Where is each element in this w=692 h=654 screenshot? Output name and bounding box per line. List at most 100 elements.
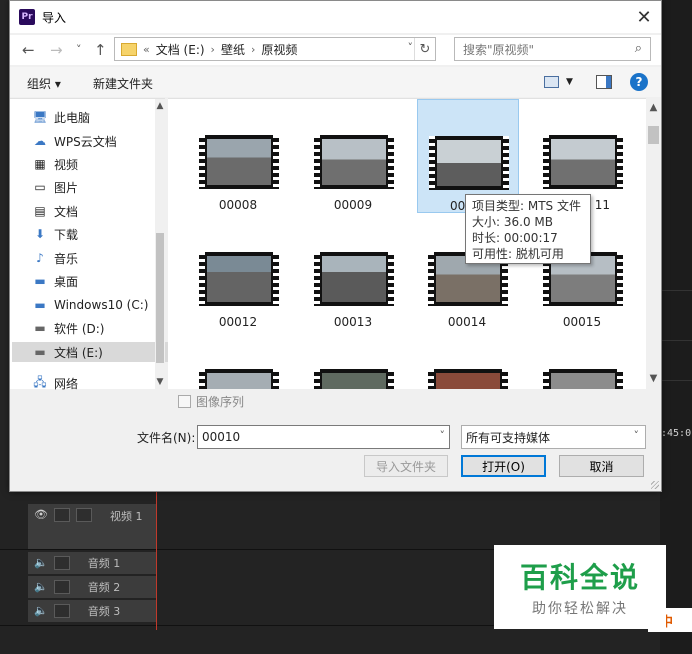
filename-input[interactable]: 00010 ˅: [197, 425, 450, 449]
video-thumbnail-icon: [199, 369, 279, 389]
tooltip-type: 项目类型: MTS 文件: [472, 199, 581, 213]
sidebar-item-this-pc[interactable]: 🖥 此电脑: [32, 107, 152, 127]
lock-icon[interactable]: [53, 604, 70, 618]
file-item[interactable]: [532, 333, 632, 389]
forward-arrow-icon[interactable]: →: [50, 41, 63, 59]
import-folder-button[interactable]: 导入文件夹: [364, 455, 448, 477]
sidebar-item-wps-cloud[interactable]: ☁ WPS云文档: [32, 131, 152, 151]
open-button[interactable]: 打开(O): [461, 455, 546, 477]
sidebar-item-music[interactable]: ♪ 音乐: [32, 248, 152, 268]
preview-pane-icon[interactable]: [596, 75, 612, 89]
premiere-icon: Pr: [19, 9, 35, 25]
speaker-icon[interactable]: 🔈: [34, 604, 48, 618]
organize-button[interactable]: 组织 ▾: [27, 75, 61, 92]
chevron-down-icon[interactable]: ˅: [440, 429, 446, 442]
file-name: 00008: [218, 198, 258, 212]
view-options-icon[interactable]: [544, 76, 559, 88]
music-icon: ♪: [36, 251, 44, 265]
up-arrow-icon[interactable]: ↑: [94, 41, 107, 59]
breadcrumb-current[interactable]: 原视频: [261, 41, 297, 58]
chevron-down-icon[interactable]: ▼: [566, 77, 573, 87]
file-item[interactable]: [417, 333, 517, 389]
sidebar-item-drive-d[interactable]: ▬ 软件 (D:): [32, 318, 152, 338]
breadcrumb-overflow-icon[interactable]: «: [143, 43, 150, 56]
download-icon: ⬇: [34, 227, 46, 241]
file-name: 00009: [333, 198, 373, 212]
recent-locations-icon[interactable]: ˅: [76, 43, 82, 56]
breadcrumb-folder[interactable]: 壁纸: [221, 41, 245, 58]
scroll-up-icon[interactable]: ▲: [646, 102, 661, 113]
sidebar-item-documents[interactable]: ▤ 文档: [32, 201, 152, 221]
resize-grip[interactable]: [651, 481, 659, 489]
sidebar-scrollbar[interactable]: ▲ ▼: [155, 99, 165, 389]
title-bar[interactable]: Pr 导入 ✕: [10, 1, 661, 33]
file-item[interactable]: [303, 333, 403, 389]
file-item[interactable]: 00009: [303, 99, 403, 212]
eye-icon[interactable]: 👁: [34, 508, 48, 522]
chevron-down-icon[interactable]: ˅: [634, 429, 640, 442]
timecode: :45:0: [661, 428, 692, 439]
sidebar-item-drive-e[interactable]: ▬ 文档 (E:): [12, 342, 172, 362]
scroll-up-icon[interactable]: ▲: [155, 101, 165, 111]
toggle-icon[interactable]: [75, 508, 92, 522]
track-audio-3[interactable]: 🔈 音频 3: [28, 600, 156, 622]
scroll-thumb[interactable]: [156, 233, 164, 363]
file-name: 00012: [218, 315, 258, 329]
file-item[interactable]: [188, 333, 288, 389]
command-bar: 组织 ▾ 新建文件夹 ▼ ?: [10, 67, 661, 97]
filename-value: 00010: [202, 430, 241, 444]
file-grid-scrollbar[interactable]: ▲ ▼: [646, 98, 661, 388]
watermark-title: 百科全说: [519, 561, 640, 594]
close-button[interactable]: ✕: [627, 1, 661, 33]
new-folder-button[interactable]: 新建文件夹: [93, 75, 153, 92]
track-audio-1[interactable]: 🔈 音频 1: [28, 552, 156, 574]
breadcrumb-drive[interactable]: 文档 (E:): [156, 41, 205, 58]
scroll-thumb[interactable]: [648, 126, 659, 144]
sidebar-item-label: 软件 (D:): [54, 321, 105, 336]
file-item[interactable]: 00008: [188, 99, 288, 212]
track-audio-2[interactable]: 🔈 音频 2: [28, 576, 156, 598]
scroll-down-icon[interactable]: ▼: [646, 373, 661, 384]
sidebar-item-label: 网络: [54, 376, 79, 391]
track-video-1[interactable]: 👁 视频 1: [28, 504, 156, 550]
lock-icon[interactable]: [53, 556, 70, 570]
tooltip-duration: 时长: 00:00:17: [472, 231, 558, 245]
cloud-icon: ☁: [34, 134, 46, 148]
address-bar[interactable]: « 文档 (E:) › 壁纸 › 原视频 ˅ ↻: [114, 37, 436, 61]
search-icon[interactable]: ⌕: [635, 41, 642, 56]
search-placeholder: 搜索"原视频": [463, 42, 535, 57]
speaker-icon[interactable]: 🔈: [34, 580, 48, 594]
sidebar-item-network[interactable]: 🖧 网络: [32, 373, 152, 393]
file-name: 00014: [447, 315, 487, 329]
lock-icon[interactable]: [53, 508, 70, 522]
file-item[interactable]: 00013: [303, 216, 403, 329]
checkbox-icon[interactable]: [178, 395, 191, 408]
file-type-select[interactable]: 所有可支持媒体 ˅: [461, 425, 646, 449]
chevron-right-icon: ›: [250, 42, 256, 56]
sidebar-item-drive-c[interactable]: ▬ Windows10 (C:): [32, 295, 152, 315]
refresh-icon[interactable]: ↻: [414, 38, 435, 60]
cancel-button[interactable]: 取消: [559, 455, 644, 477]
sidebar-item-desktop[interactable]: ▬ 桌面: [32, 271, 152, 291]
chevron-down-icon[interactable]: ˅: [408, 41, 414, 54]
drive-icon: ▬: [34, 298, 46, 312]
help-icon[interactable]: ?: [630, 73, 648, 91]
watermark-subtitle: 助你轻松解决: [532, 601, 628, 617]
scroll-down-icon[interactable]: ▼: [155, 377, 165, 387]
image-sequence-label: 图像序列: [196, 395, 245, 409]
lock-icon[interactable]: [53, 580, 70, 594]
search-input[interactable]: 搜索"原视频" ⌕: [454, 37, 651, 61]
sidebar-item-pictures[interactable]: ▭ 图片: [32, 177, 152, 197]
pictures-icon: ▭: [34, 180, 46, 194]
file-item[interactable]: 00012: [188, 216, 288, 329]
back-arrow-icon[interactable]: ←: [22, 41, 35, 59]
speaker-icon[interactable]: 🔈: [34, 556, 48, 570]
playhead-line[interactable]: [156, 490, 157, 630]
chevron-right-icon: ›: [210, 42, 215, 56]
sidebar-item-downloads[interactable]: ⬇ 下载: [32, 224, 152, 244]
video-thumbnail-icon: [199, 252, 279, 306]
video-thumbnail-icon: [543, 135, 623, 189]
import-dialog: Pr 导入 ✕ ← → ˅ ↑ « 文档 (E:) › 壁纸 › 原视频 ˅ ↻…: [9, 0, 662, 492]
sidebar-item-videos[interactable]: ▦ 视频: [32, 154, 152, 174]
image-sequence-checkbox[interactable]: 图像序列: [178, 393, 244, 410]
